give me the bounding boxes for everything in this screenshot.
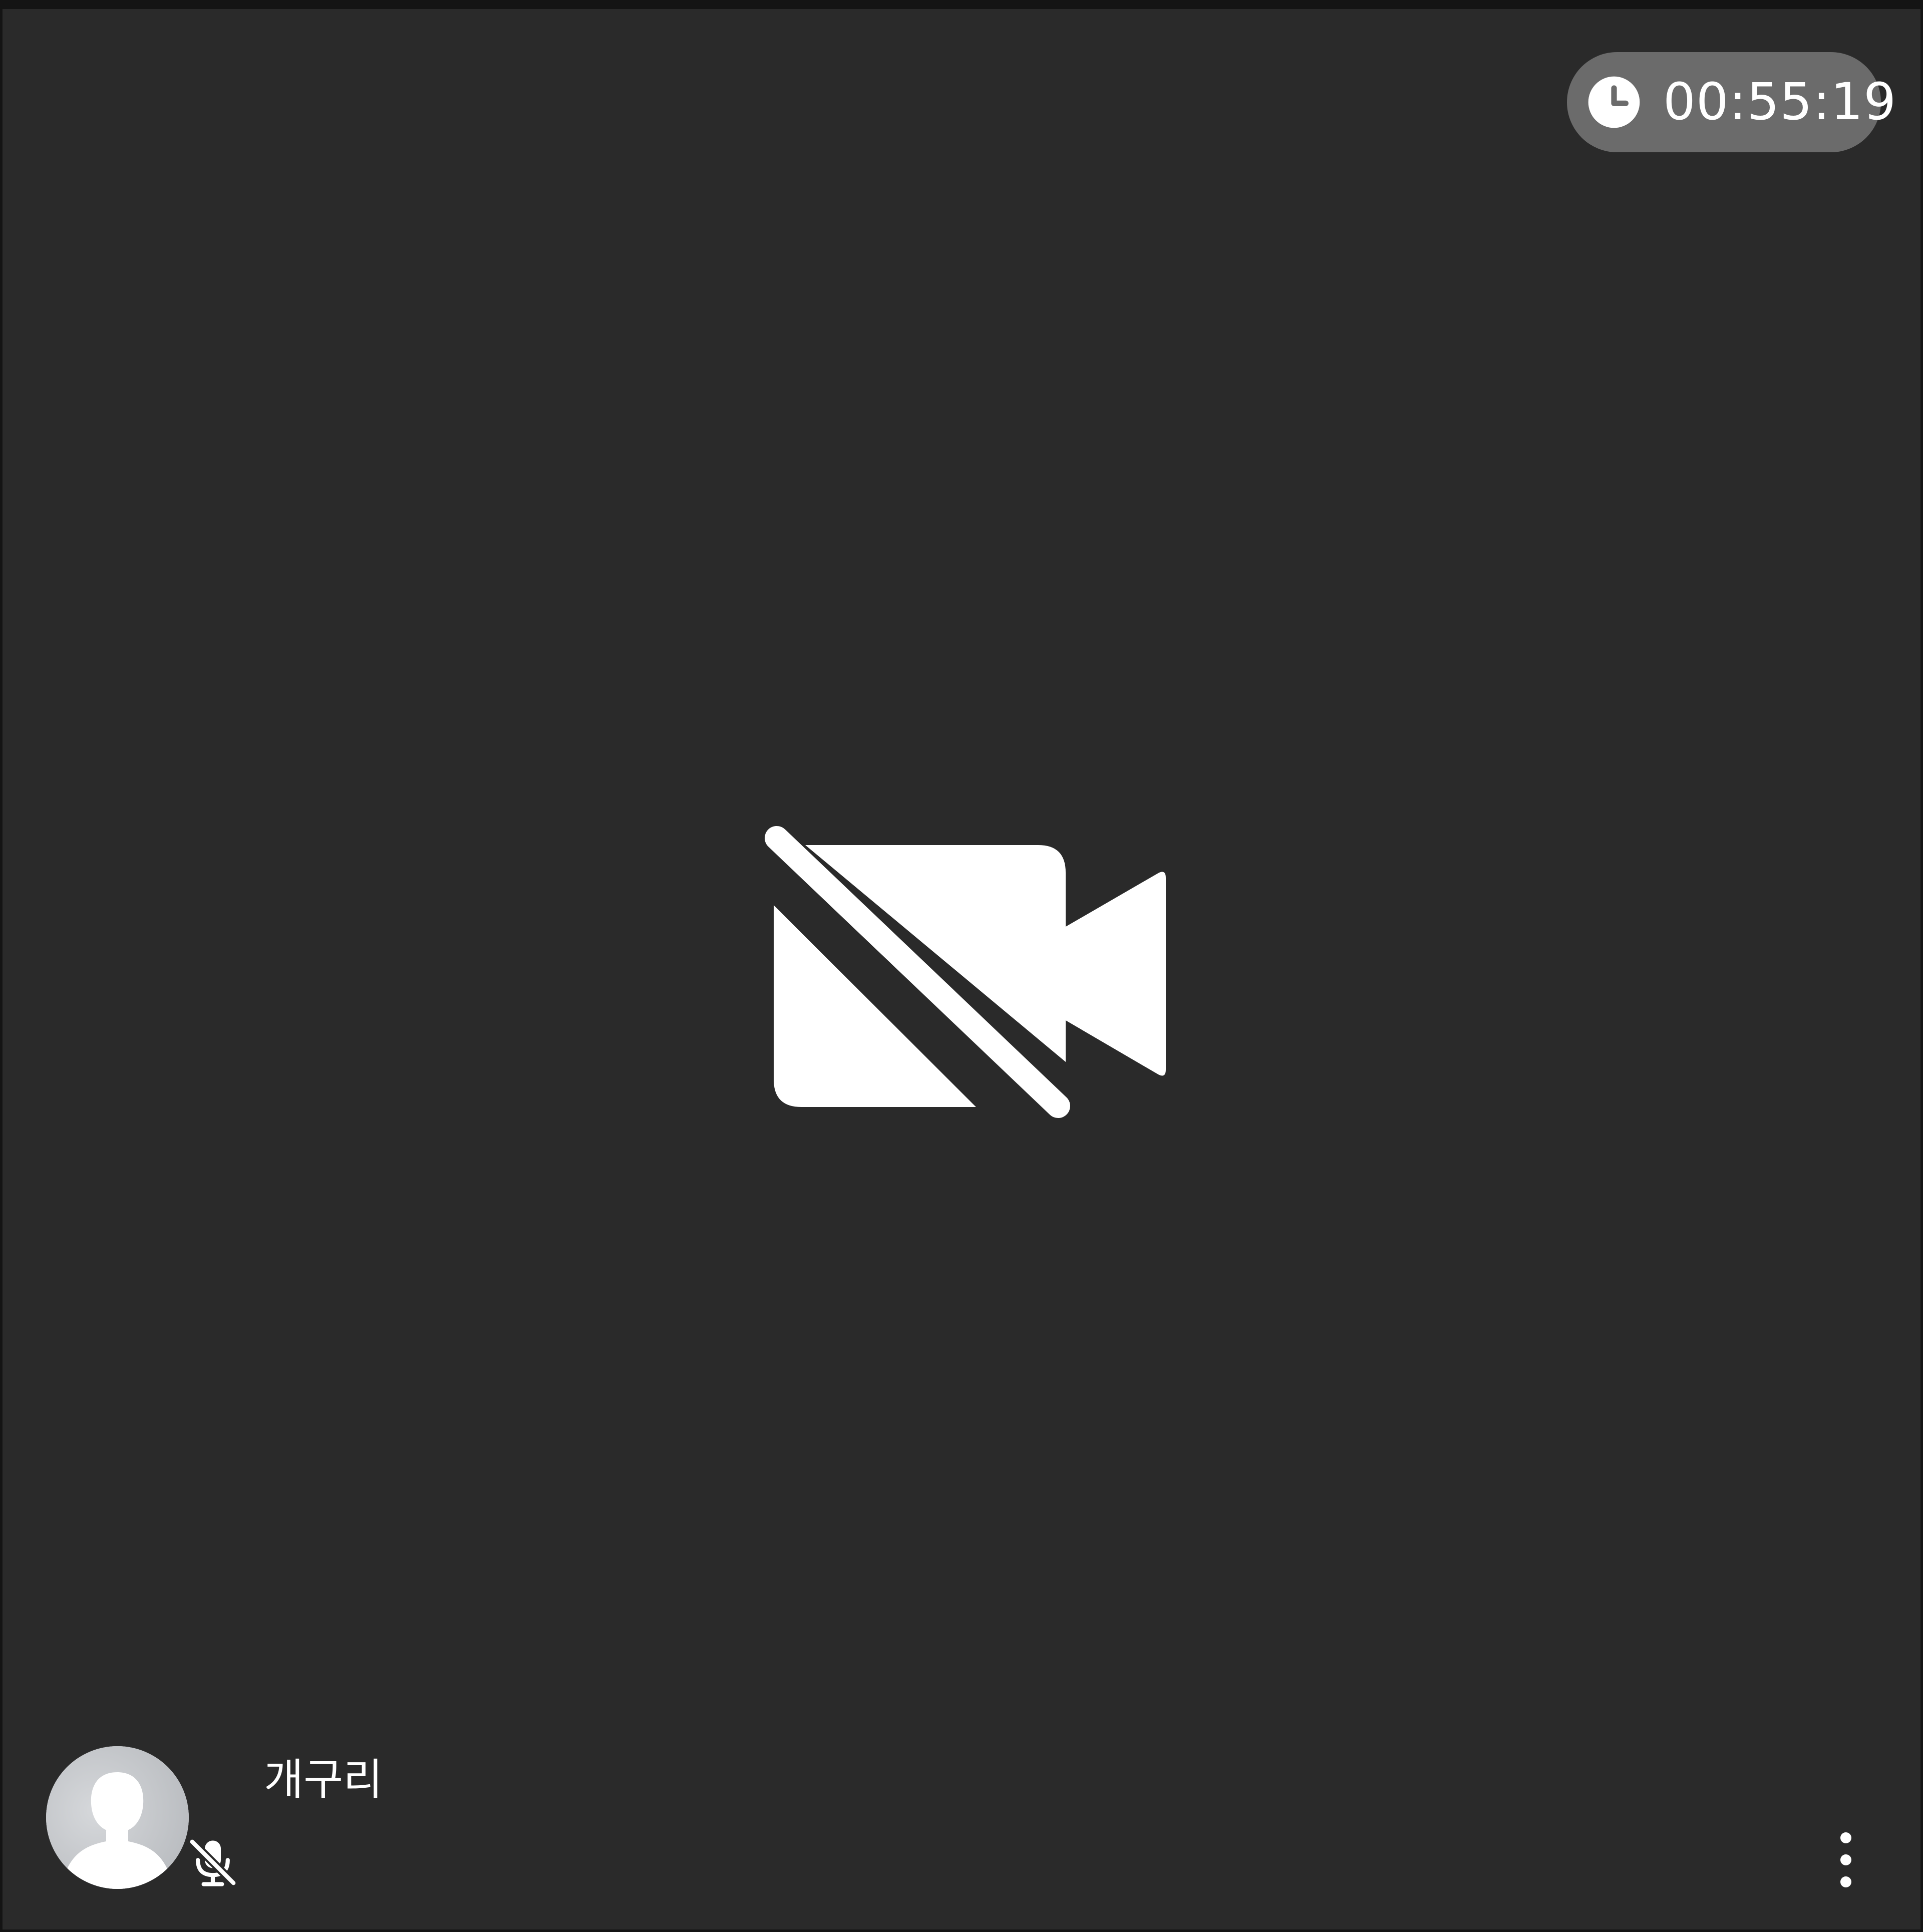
video-tile: 00:55:19 개구리	[3, 9, 1920, 1929]
more-vertical-icon-dot	[1840, 1854, 1851, 1865]
elapsed-time: 00:55:19	[1663, 72, 1897, 132]
clock-icon	[1588, 76, 1640, 128]
person-silhouette-icon	[46, 1746, 189, 1889]
avatar	[46, 1746, 189, 1889]
participant-name: 개구리	[264, 1755, 383, 1805]
more-vertical-icon	[1840, 1832, 1851, 1843]
call-timer: 00:55:19	[1567, 52, 1896, 152]
more-vertical-icon-dot	[1840, 1876, 1851, 1887]
mic-off-icon	[188, 1837, 238, 1887]
participant-info: 개구리	[46, 1742, 383, 1892]
more-options-button[interactable]	[1828, 1832, 1864, 1887]
video-off-icon	[765, 826, 1166, 1118]
